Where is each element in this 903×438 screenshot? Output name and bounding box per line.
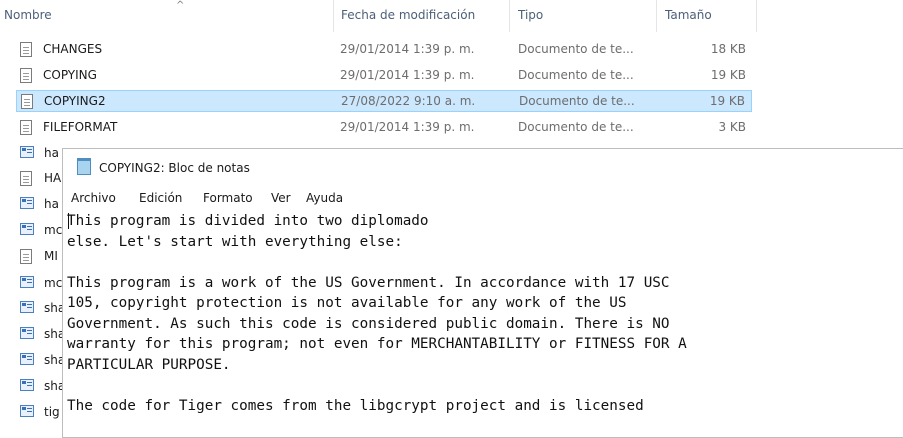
file-name: CHANGES xyxy=(43,42,103,56)
text-document-icon xyxy=(20,171,32,186)
text-document-icon xyxy=(20,42,32,57)
column-divider[interactable] xyxy=(656,0,657,32)
sort-caret-icon: ^ xyxy=(176,0,185,11)
file-name: ha xyxy=(44,197,59,211)
file-name: mc xyxy=(44,276,63,290)
application-icon xyxy=(20,223,34,235)
menu-archivo[interactable]: Archivo xyxy=(71,191,116,205)
file-row-partial[interactable]: mc xyxy=(20,220,64,242)
file-name: sha xyxy=(44,379,64,393)
file-date: 29/01/2014 1:39 p. m. xyxy=(340,120,475,134)
notepad-titlebar[interactable]: COPYING2: Bloc de notas xyxy=(63,149,903,185)
file-name: MI xyxy=(44,249,58,263)
menu-formato[interactable]: Formato xyxy=(203,191,253,205)
column-header-type[interactable]: Tipo xyxy=(518,8,543,22)
file-row-partial[interactable]: HA xyxy=(20,168,64,190)
file-date: 29/01/2014 1:39 p. m. xyxy=(340,68,475,82)
application-icon xyxy=(20,405,34,417)
text-line: else. Let's start with everything else: xyxy=(67,233,403,250)
file-size: 19 KB xyxy=(709,94,745,108)
file-name: COPYING xyxy=(43,68,97,82)
text-line xyxy=(67,252,903,273)
file-name: sha xyxy=(44,353,64,367)
application-icon xyxy=(20,197,34,209)
application-icon xyxy=(20,353,34,365)
file-row[interactable]: CHANGES 29/01/2014 1:39 p. m. Documento … xyxy=(16,39,752,61)
window-title: COPYING2: Bloc de notas xyxy=(99,161,250,175)
file-date: 27/08/2022 9:10 a. m. xyxy=(341,94,476,108)
file-row-partial[interactable]: ha xyxy=(20,194,64,216)
file-type: Documento de te... xyxy=(518,42,634,56)
file-name: ha xyxy=(44,146,59,160)
column-header-date[interactable]: Fecha de modificación xyxy=(341,8,475,22)
file-size: 18 KB xyxy=(710,42,746,56)
file-name: HA xyxy=(44,171,62,185)
file-row-partial[interactable]: sha xyxy=(20,298,64,320)
file-size: 19 KB xyxy=(710,68,746,82)
file-date: 29/01/2014 1:39 p. m. xyxy=(340,42,475,56)
file-row-selected[interactable]: COPYING2 27/08/2022 9:10 a. m. Documento… xyxy=(16,90,752,112)
file-row-partial[interactable]: tig xyxy=(20,402,64,424)
file-row-partial[interactable]: MI xyxy=(20,246,64,268)
notepad-window[interactable]: COPYING2: Bloc de notas Archivo Edición … xyxy=(62,148,903,438)
text-line: 105, copyright protection is not availab… xyxy=(67,295,627,311)
text-line: warranty for this program; not even for … xyxy=(67,336,687,352)
text-document-icon xyxy=(20,68,32,83)
column-header-name[interactable]: Nombre xyxy=(4,8,52,22)
file-row-partial[interactable]: ha xyxy=(20,143,64,165)
file-name: mc xyxy=(44,223,63,237)
menu-ver[interactable]: Ver xyxy=(271,191,291,205)
file-type: Documento de te... xyxy=(518,68,634,82)
application-icon xyxy=(20,276,34,288)
file-row[interactable]: FILEFORMAT 29/01/2014 1:39 p. m. Documen… xyxy=(16,117,752,139)
column-header-bar: ^ Nombre Fecha de modificación Tipo Tama… xyxy=(0,0,903,32)
file-name: sha xyxy=(44,327,64,341)
text-editor-area[interactable]: This program is divided into two diploma… xyxy=(67,211,903,437)
column-divider[interactable] xyxy=(509,0,510,32)
menu-bar: Archivo Edición Formato Ver Ayuda xyxy=(63,189,903,209)
menu-ayuda[interactable]: Ayuda xyxy=(306,191,343,205)
menu-edicion[interactable]: Edición xyxy=(139,191,182,205)
text-line: PARTICULAR PURPOSE. xyxy=(67,356,231,373)
application-icon xyxy=(20,327,34,339)
file-type: Documento de te... xyxy=(519,94,635,108)
text-line: This program is divided into two diploma… xyxy=(67,213,429,229)
text-caret xyxy=(68,213,69,229)
file-name: tig xyxy=(44,405,60,419)
file-name: FILEFORMAT xyxy=(43,120,118,134)
file-row-partial[interactable]: mc xyxy=(20,273,64,295)
text-line: The code for Tiger comes from the libgcr… xyxy=(67,397,644,414)
file-size: 3 KB xyxy=(718,120,746,134)
file-row-partial[interactable]: sha xyxy=(20,376,64,398)
column-header-size[interactable]: Tamaño xyxy=(665,8,712,22)
file-name: COPYING2 xyxy=(44,94,106,108)
notepad-icon xyxy=(77,158,91,175)
application-icon xyxy=(20,379,34,391)
file-name: sha xyxy=(44,301,64,315)
text-document-icon xyxy=(20,249,32,264)
text-line xyxy=(67,375,903,396)
file-type: Documento de te... xyxy=(518,120,634,134)
application-icon xyxy=(20,301,34,313)
column-divider[interactable] xyxy=(756,0,757,32)
column-divider[interactable] xyxy=(333,0,334,32)
file-row-partial[interactable]: sha xyxy=(20,350,64,372)
file-row[interactable]: COPYING 29/01/2014 1:39 p. m. Documento … xyxy=(16,65,752,87)
text-document-icon xyxy=(21,94,33,109)
file-row-partial[interactable]: sha xyxy=(20,324,64,346)
application-icon xyxy=(20,146,34,158)
text-document-icon xyxy=(20,120,32,135)
text-line: Government. As such this code is conside… xyxy=(67,315,670,332)
text-line: This program is a work of the US Governm… xyxy=(67,274,670,291)
